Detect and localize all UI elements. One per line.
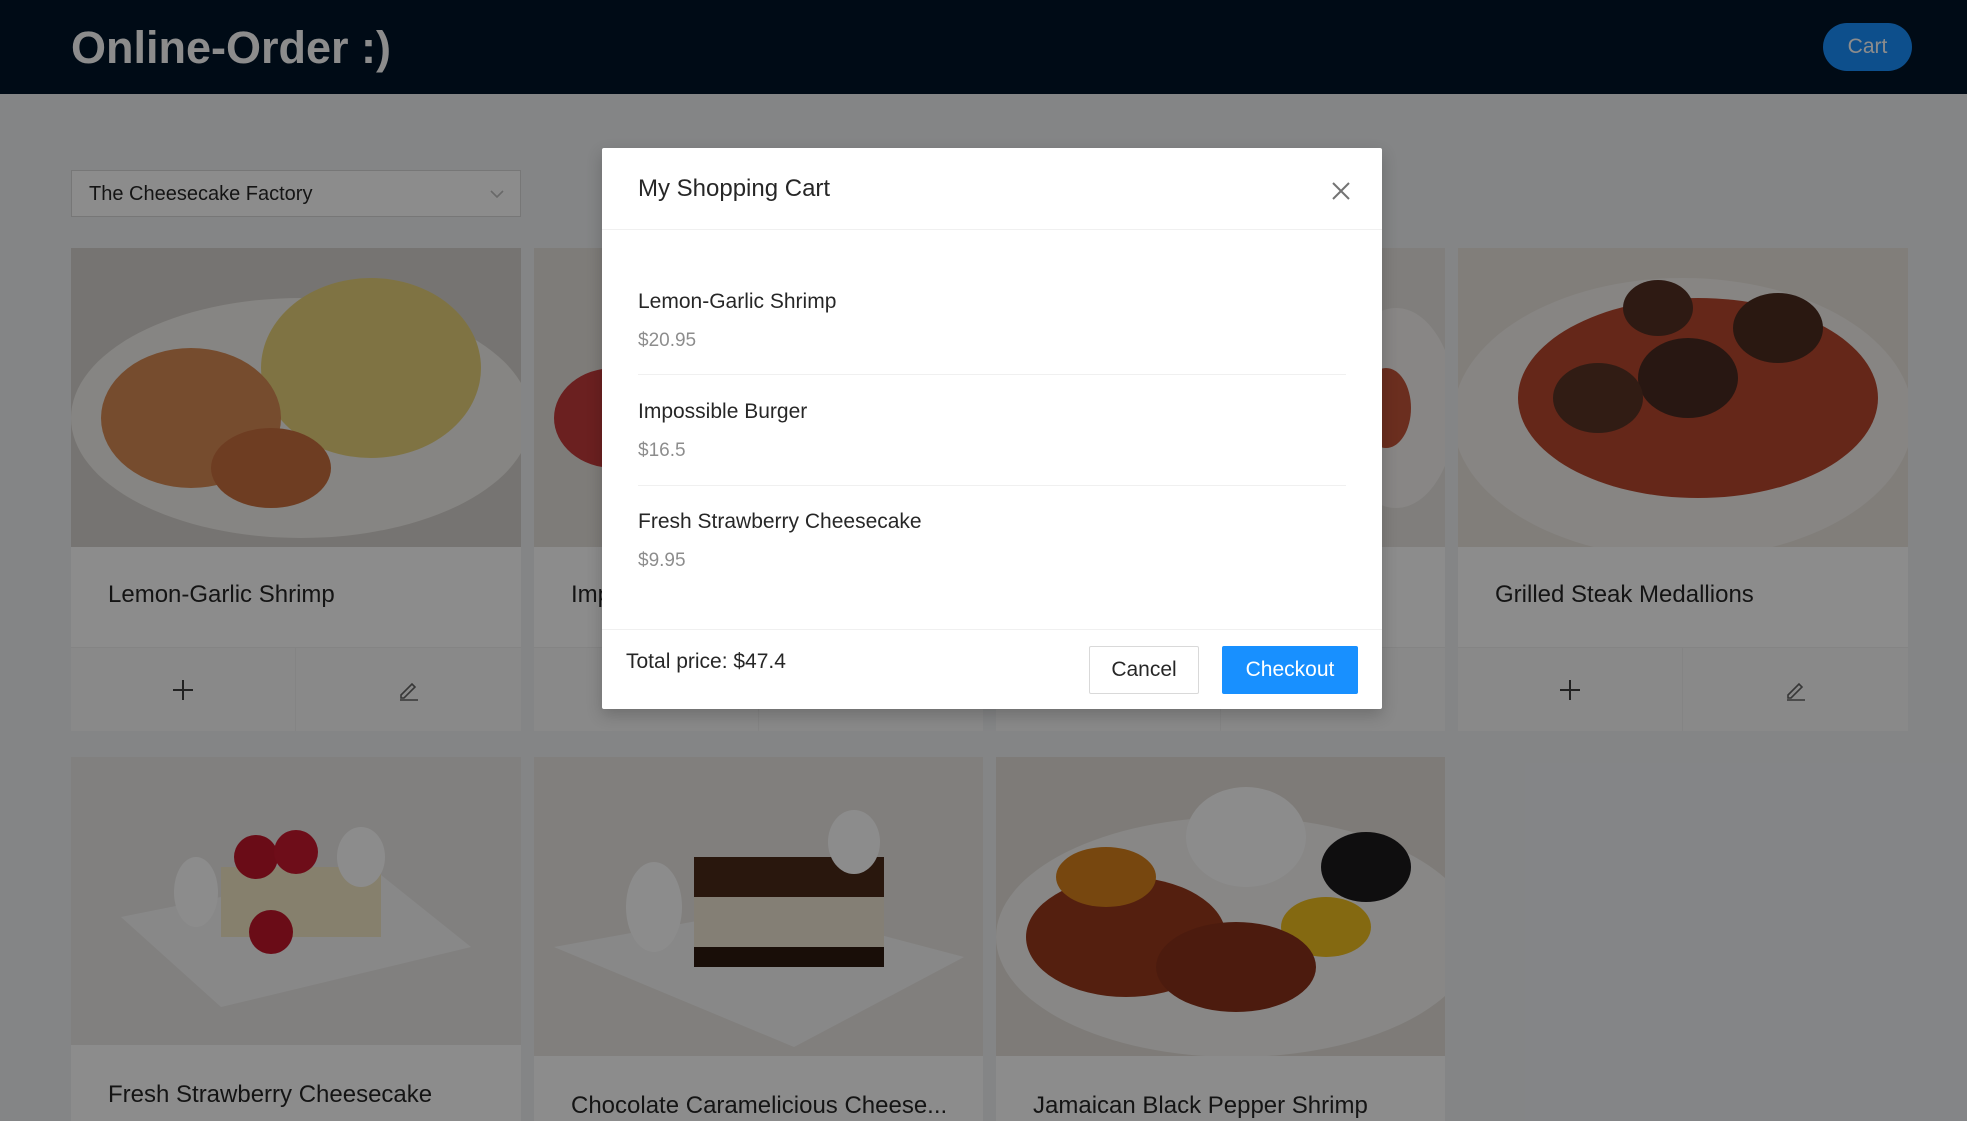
cart-item-name: Fresh Strawberry Cheesecake [638, 510, 922, 533]
divider [638, 374, 1346, 375]
cart-item: Impossible Burger $16.5 [638, 400, 1346, 510]
cart-item-price: $9.95 [638, 550, 686, 571]
shopping-cart-modal: My Shopping Cart Lemon-Garlic Shrimp $20… [602, 148, 1382, 709]
modal-footer: Total price: $47.4 Cancel Checkout [602, 629, 1382, 709]
modal-title: My Shopping Cart [638, 175, 831, 202]
cancel-button[interactable]: Cancel [1089, 646, 1199, 694]
cart-item: Lemon-Garlic Shrimp $20.95 [638, 290, 1346, 400]
cart-item-price: $20.95 [638, 330, 697, 351]
cart-item: Fresh Strawberry Cheesecake $9.95 [638, 510, 1346, 620]
cart-item-price: $16.5 [638, 440, 686, 461]
total-price: Total price: $47.4 [626, 650, 786, 673]
modal-header: My Shopping Cart [602, 148, 1382, 230]
close-icon[interactable] [1328, 178, 1354, 204]
cart-item-name: Impossible Burger [638, 400, 808, 423]
cart-item-name: Lemon-Garlic Shrimp [638, 290, 837, 313]
divider [638, 485, 1346, 486]
checkout-button[interactable]: Checkout [1222, 646, 1358, 694]
